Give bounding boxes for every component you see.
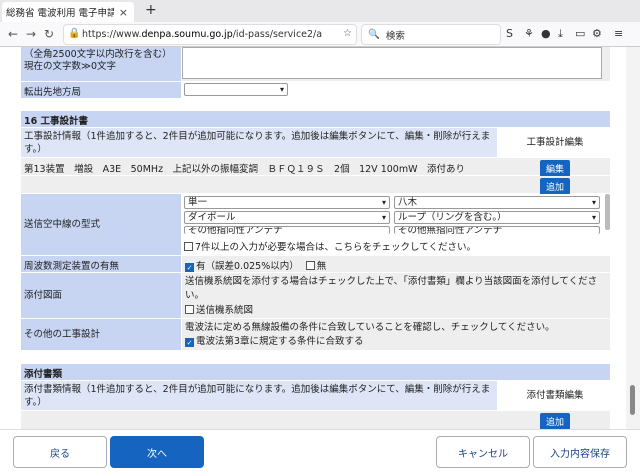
- form-content: （全角2500文字以内改行を含む） 現在の文字数≫0文字 転出先地方局 ▾ 16…: [0, 47, 610, 429]
- attach-label: 添付図面: [21, 273, 181, 318]
- antenna-select-2[interactable]: 八木 ▾: [394, 196, 600, 209]
- lock-icon: 🔒: [68, 28, 81, 39]
- antenna-label: 送信空中線の型式: [21, 194, 181, 255]
- freq-label: 周波数測定装置の有無: [21, 256, 181, 272]
- folder-icon[interactable]: ▭: [575, 27, 585, 40]
- chevron-down-icon: ▾: [279, 85, 284, 94]
- close-icon[interactable]: ×: [119, 6, 128, 19]
- other-check-label: 電波法第3章に規定する条件に合致する: [196, 336, 364, 347]
- save-button[interactable]: 入力内容保存: [533, 436, 627, 468]
- cancel-button[interactable]: キャンセル: [436, 436, 530, 468]
- attach-check-label: 送信機系統図: [196, 305, 254, 316]
- info-text: 工事設計情報（1件追加すると、2件目が追加可能になります。追加後は編集ボタンにて…: [24, 131, 491, 155]
- search-input[interactable]: 🔍 検索: [362, 25, 500, 44]
- antenna-cell: 単一 ▾ 八木 ▾ ダイポール ▾ ループ（リングを含む。） ▾ その他指向性アンテナ …: [182, 194, 610, 255]
- freq-yes-label: 有（誤差0.025%以内）: [196, 261, 299, 272]
- shield-icon[interactable]: ●: [541, 27, 551, 40]
- forward-arrow-icon[interactable]: →: [26, 27, 36, 41]
- char-count: 現在の文字数≫0文字: [24, 61, 116, 72]
- content-textarea[interactable]: [182, 47, 602, 79]
- footer-bar: 戻る 次へ キャンセル 入力内容保存: [0, 429, 640, 476]
- inner-scrollbar[interactable]: [605, 194, 610, 230]
- attach-checkbox[interactable]: [185, 305, 194, 314]
- other-cell: 電波法に定める無線設備の条件に合致していることを確認し、チェックしてください。 …: [182, 319, 610, 350]
- content-label: （全角2500文字以内改行を含む） 現在の文字数≫0文字: [21, 47, 181, 81]
- menu-icon[interactable]: ≡: [614, 27, 623, 40]
- reload-icon[interactable]: ↻: [44, 27, 54, 41]
- entry-line: 第13装置 増設 A3E 50MHz 上記以外の振幅変調 ＢＦＱ１９Ｓ 2個 1…: [24, 164, 465, 175]
- attachments-add-button[interactable]: 追加: [539, 413, 570, 429]
- extension-icon[interactable]: ⚘: [524, 27, 534, 40]
- chevron-down-icon: ▾: [591, 213, 596, 222]
- url-bar[interactable]: 🔒 https://www.denpa.soumu.go.jp/id-pass/…: [64, 25, 356, 44]
- freq-no-checkbox[interactable]: [305, 261, 315, 270]
- edit-header: 工事設計編集: [497, 128, 610, 157]
- antenna-select-6[interactable]: その他無指向性アンテナ: [394, 226, 600, 234]
- edit-cell: 編集: [497, 158, 610, 177]
- freq-no-label: 無: [316, 261, 327, 272]
- other-label: その他の工事設計: [21, 319, 181, 350]
- antenna-select-4[interactable]: ループ（リングを含む。） ▾: [394, 211, 600, 224]
- star-icon[interactable]: ☆: [343, 28, 352, 39]
- chevron-down-icon: ▾: [381, 213, 386, 222]
- scrollbar-thumb[interactable]: [630, 385, 635, 415]
- page-scrollbar[interactable]: [626, 47, 640, 429]
- content-cell: [182, 47, 610, 81]
- attach-cell: 送信機系統図を添付する場合はチェックした上で、「添付書類」欄より当該図面を添付し…: [182, 273, 610, 318]
- attachments-title: 添付書類: [21, 364, 610, 380]
- chevron-down-icon: ▾: [381, 198, 386, 207]
- back-button[interactable]: 戻る: [13, 436, 107, 468]
- add-cell: 追加: [497, 176, 610, 195]
- search-icon: 🔍: [368, 29, 380, 40]
- attach-text: 送信機系統図を添付する場合はチェックした上で、「添付書類」欄より当該図面を添付し…: [185, 276, 598, 301]
- antenna-check-label: 7件以上の入力が必要な場合は、こちらをチェックしてください。: [195, 242, 476, 253]
- transfer-label: 転出先地方局: [21, 82, 181, 98]
- next-button[interactable]: 次へ: [110, 436, 204, 468]
- browser-tab[interactable]: 総務省 電波利用 電子申請 · ×: [2, 2, 134, 22]
- transfer-cell: ▾: [182, 82, 610, 98]
- limit-note: （全角2500文字以内改行を含む）: [24, 49, 172, 60]
- url-text: https://www.denpa.soumu.go.jp/id-pass/se…: [82, 29, 323, 40]
- add-button[interactable]: 追加: [539, 178, 570, 195]
- pocket-icon[interactable]: S: [506, 27, 513, 40]
- nav-bar: ← → ↻ 🔒 https://www.denpa.soumu.go.jp/id…: [0, 22, 640, 47]
- antenna-select-5[interactable]: その他指向性アンテナ: [184, 226, 390, 234]
- tab-title: 総務省 電波利用 電子申請 ·: [6, 8, 114, 19]
- attachments-add-cell: 追加: [497, 411, 610, 429]
- freq-yes-checkbox[interactable]: ✓: [185, 263, 194, 272]
- chevron-down-icon: ▾: [591, 198, 596, 207]
- transfer-select[interactable]: ▾: [184, 83, 288, 96]
- attachments-info-text: 添付書類情報（1件追加すると、2件目が追加可能になります。追加後は編集ボタンにて…: [24, 384, 491, 408]
- other-checkbox[interactable]: ✓: [185, 338, 194, 347]
- antenna-checkbox[interactable]: [184, 242, 193, 251]
- freq-cell: ✓ 有（誤差0.025%以内） 無: [182, 256, 610, 272]
- new-tab-button[interactable]: +: [145, 2, 157, 18]
- section-title: 16 工事設計書: [21, 111, 610, 127]
- antenna-select-3[interactable]: ダイポール ▾: [184, 211, 390, 224]
- tab-bar: 総務省 電波利用 電子申請 · × +: [0, 0, 640, 22]
- extensions-icon[interactable]: ⚙: [592, 27, 602, 40]
- attachments-edit-header: 添付書類編集: [497, 381, 610, 410]
- other-text: 電波法に定める無線設備の条件に合致していることを確認し、チェックしてください。: [185, 322, 555, 333]
- antenna-check-row[interactable]: 7件以上の入力が必要な場合は、こちらをチェックしてください。: [184, 239, 476, 253]
- antenna-select-1[interactable]: 単一 ▾: [184, 196, 390, 209]
- download-icon[interactable]: ⤓: [558, 27, 563, 41]
- edit-button[interactable]: 編集: [539, 160, 570, 177]
- back-arrow-icon[interactable]: ←: [8, 27, 18, 41]
